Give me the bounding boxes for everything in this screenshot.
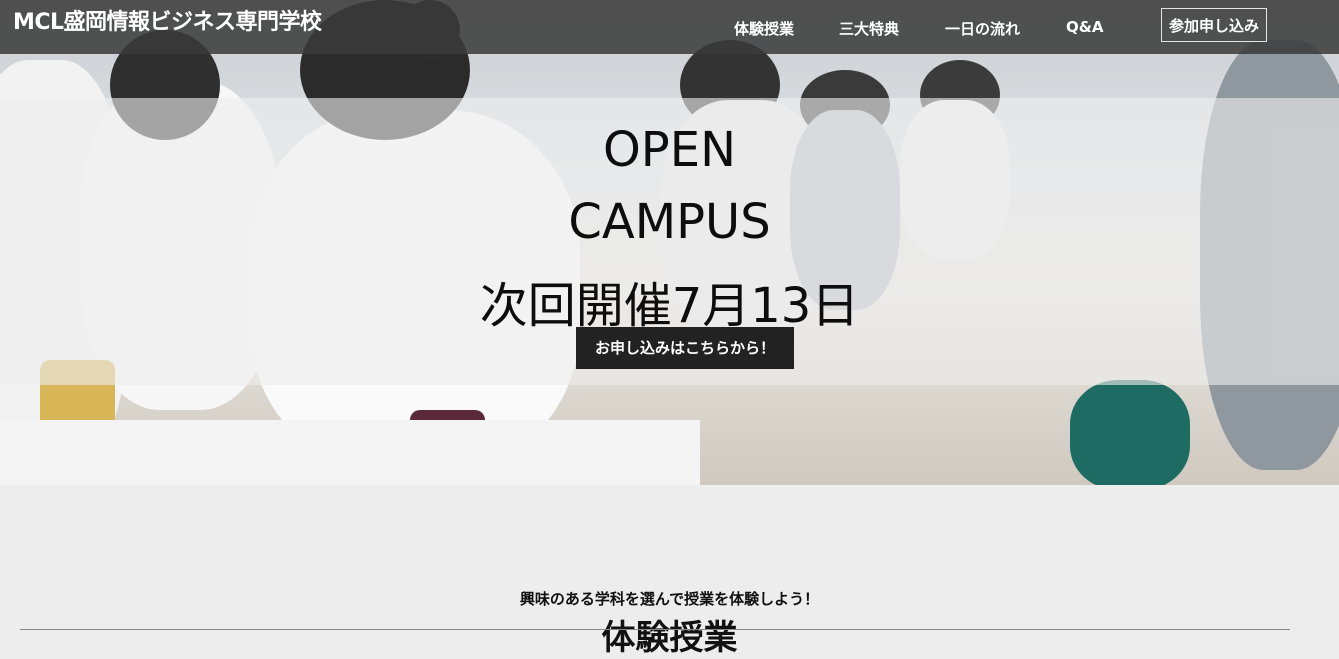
nav-three-benefits[interactable]: 三大特典: [839, 18, 899, 39]
section-title: 体験授業: [601, 618, 738, 658]
hero-next-date: 次回開催7月13日: [479, 278, 860, 334]
hero-apply-button[interactable]: お申し込みはこちらから！: [576, 327, 794, 369]
hero-title-campus: CAMPUS: [568, 194, 771, 250]
section-intro: 興味のある学科を選んで授業を体験しよう！: [519, 590, 820, 608]
hero-title-open: OPEN: [603, 122, 736, 178]
section-divider: [20, 629, 1290, 630]
nav-day-schedule[interactable]: 一日の流れ: [945, 18, 1020, 39]
school-logo-text[interactable]: MCL盛岡情報ビジネス専門学校: [13, 4, 322, 36]
nav-qa[interactable]: Q&A: [1066, 18, 1103, 36]
nav-trial-class[interactable]: 体験授業: [734, 18, 794, 39]
apply-button[interactable]: 参加申し込み: [1161, 8, 1267, 42]
top-navbar: MCL盛岡情報ビジネス専門学校 体験授業 三大特典 一日の流れ Q&A 参加申し…: [0, 0, 1339, 54]
